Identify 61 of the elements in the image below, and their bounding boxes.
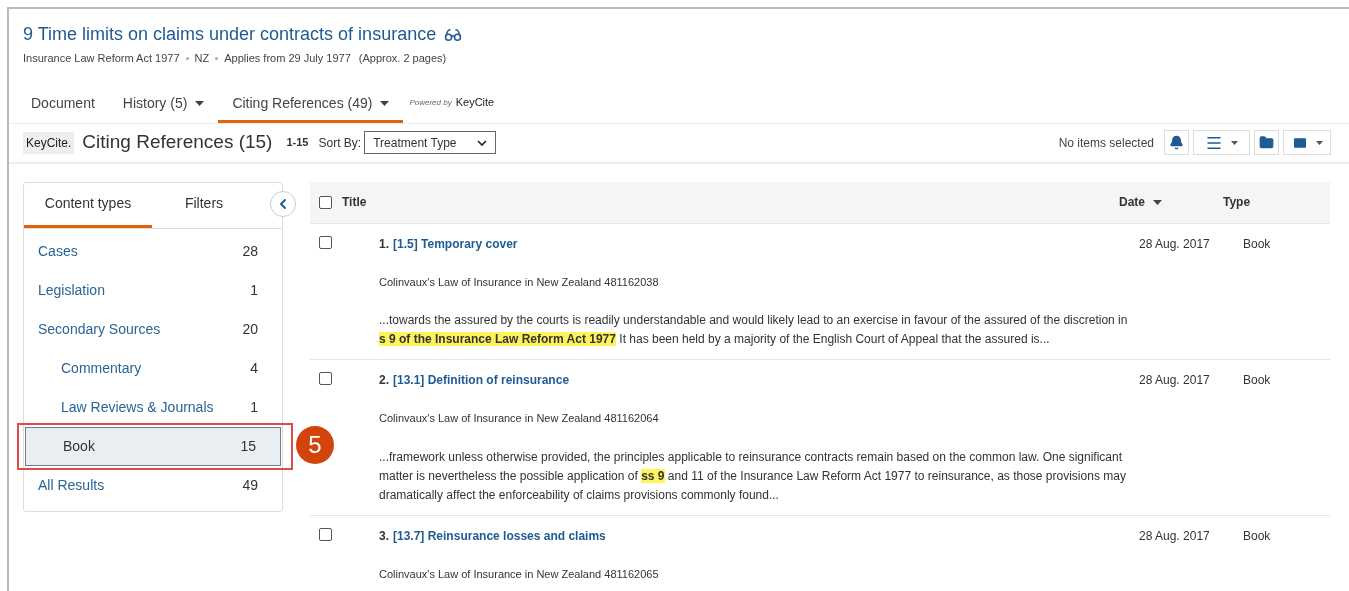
keycite-logo: KeyCite <box>455 95 495 111</box>
powered-by-label: Powered by <box>409 96 452 109</box>
result-range: 1-15 <box>286 135 309 151</box>
caret-icon <box>1153 199 1162 205</box>
sort-select[interactable]: Treatment Type <box>364 131 497 154</box>
result-date: 28 Aug. 2017 <box>1139 527 1211 545</box>
document-tab[interactable]: Citing References (49) <box>218 86 404 123</box>
checkbox[interactable] <box>319 195 332 209</box>
bell-icon <box>1169 135 1184 150</box>
content-type-item[interactable]: Legislation 1 <box>24 270 282 310</box>
result-date: 28 Aug. 2017 <box>1139 372 1211 389</box>
keycite-logo: KeyCite. <box>23 131 75 154</box>
sort-label: Sort By: <box>318 134 362 152</box>
result-title-link[interactable]: [1.5] Temporary cover <box>393 234 518 253</box>
sidebar-tab[interactable]: Content types <box>24 182 152 228</box>
content-type-item[interactable]: Book 15 <box>25 426 281 466</box>
email-button[interactable] <box>1283 130 1331 155</box>
caret-icon <box>1231 140 1238 145</box>
result-title-link[interactable]: [13.1] Definition of reinsurance <box>393 371 570 389</box>
result-snippet: ...framework unless otherwise provided, the principles applicable to reinsurance contracts remain based on the common law. One significant matter is nevertheless the possible application of ss 9 and 11 of the Insurance Law Reform Act 1977 to reinsurance, as those provisions may dramatically affect the enforceability of claims provisions commonly found... <box>379 448 1127 504</box>
result-source: Colinvaux's Law of Insurance in New Zealand 481162064 <box>379 411 660 426</box>
folder-icon <box>1259 135 1274 150</box>
checkbox[interactable] <box>319 235 332 249</box>
sidebar-tab[interactable]: Filters <box>152 182 256 228</box>
document-tab[interactable]: History (5) <box>108 86 219 123</box>
result-date: 28 Aug. 2017 <box>1139 235 1211 253</box>
document-meta: Insurance Law Reform Act 1977 <box>23 51 180 66</box>
result-type: Book <box>1243 235 1271 253</box>
selection-status: No items selected <box>1058 134 1154 152</box>
checkbox[interactable] <box>319 527 332 541</box>
content-type-item[interactable]: Commentary 4 <box>24 348 282 388</box>
citing-references-heading: Citing References (15) <box>82 130 273 155</box>
caret-icon <box>1315 140 1323 145</box>
column-header: Title <box>342 194 368 211</box>
folder-button[interactable] <box>1254 130 1279 155</box>
page-estimate: (Approx. 2 pages) <box>358 51 447 66</box>
result-number: 2. <box>379 372 389 389</box>
result-source: Colinvaux's Law of Insurance in New Zealand 481162038 <box>379 274 660 290</box>
document-meta: Applies from 29 July 1977 <box>224 51 351 66</box>
result-source: Colinvaux's Law of Insurance in New Zealand 481162065 <box>379 566 660 582</box>
result-number: 1. <box>379 235 389 253</box>
list-options-button[interactable] <box>1193 130 1250 155</box>
content-type-item[interactable]: Cases 28 <box>24 231 282 271</box>
document-meta: NZ <box>194 51 210 66</box>
collapse-button[interactable] <box>270 190 296 217</box>
column-header: Type <box>1223 194 1251 211</box>
checkbox[interactable] <box>319 372 332 385</box>
result-snippet: ...towards the assured by the courts is readily understandable and would likely lead to an exercise in favour of the assured of the discretion in s 9 of the Insurance Law Reform Act 1977 It has been held by a majority of the English Court of Appeal that the assured is... <box>379 312 1129 348</box>
result-title-link[interactable]: [13.7] Reinsurance losses and claims <box>393 526 606 545</box>
content-type-item[interactable]: All Results 49 <box>24 465 282 505</box>
result-type: Book <box>1243 372 1271 389</box>
alert-button[interactable] <box>1164 130 1189 155</box>
result-number: 3. <box>379 527 389 545</box>
column-header[interactable]: Date <box>1119 193 1223 211</box>
document-tab[interactable]: Document <box>17 86 109 123</box>
content-type-item[interactable]: Law Reviews & Journals 1 <box>24 387 282 427</box>
content-type-item[interactable]: Secondary Sources 20 <box>24 309 282 349</box>
document-title: 9 Time limits on claims under contracts of insurance <box>23 23 437 46</box>
result-type: Book <box>1243 527 1271 545</box>
chevron-down-icon <box>477 139 488 146</box>
step-badge: 5 <box>296 425 334 464</box>
